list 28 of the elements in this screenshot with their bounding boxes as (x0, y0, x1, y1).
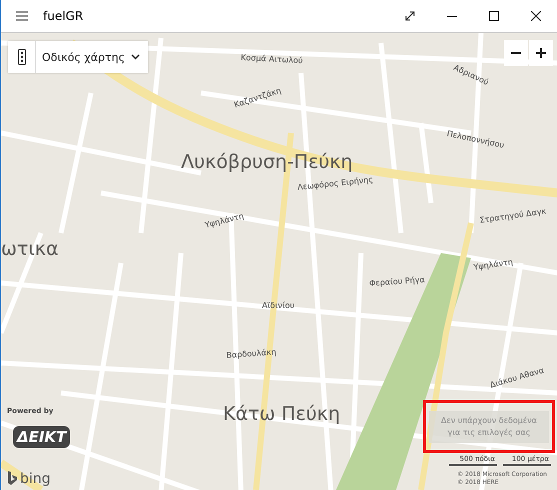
traffic-button[interactable] (8, 41, 36, 73)
area-name: ωτικα (1, 238, 59, 260)
bing-wordmark: bing (20, 472, 51, 486)
diagonal-arrows-icon (405, 11, 415, 21)
street-name: Φεραίου Ρήγα (369, 275, 426, 288)
street-name: Διάκου Αθανα (489, 366, 545, 390)
chevron-down-icon (130, 54, 140, 60)
provider-logo: ΔΕΙΚΤ (13, 426, 70, 448)
street-name: Κοσμά Αιτωλού (240, 53, 303, 66)
street-name: Βαρδουλάκη (226, 348, 277, 360)
area-name: Κάτω Πεύκη (223, 403, 340, 425)
close-icon (531, 11, 541, 21)
zoom-in-button[interactable] (529, 40, 553, 66)
street-name: Στρατηγού Δαγκ (479, 206, 547, 225)
minus-icon (511, 52, 521, 54)
map-style-dropdown[interactable]: Οδικός χάρτης (36, 41, 148, 73)
traffic-light-icon (18, 49, 26, 65)
street-name: Υψηλάντη (473, 257, 514, 272)
plus-icon (536, 48, 546, 58)
area-name: Λυκόβρυση-Πεύκη (181, 151, 353, 173)
menu-icon (16, 11, 28, 21)
street-name: Λεωφόρος Ειρήνης (297, 175, 374, 192)
no-data-message: Δεν υπάρχουν δεδομένα για τις επιλογές σας (429, 410, 549, 442)
zoom-out-button[interactable] (504, 40, 528, 66)
maximize-icon (489, 11, 499, 21)
street-name: Αϊδινίου (262, 301, 294, 310)
window-title: fuelGR (43, 9, 84, 23)
bing-logo-icon (7, 471, 17, 486)
